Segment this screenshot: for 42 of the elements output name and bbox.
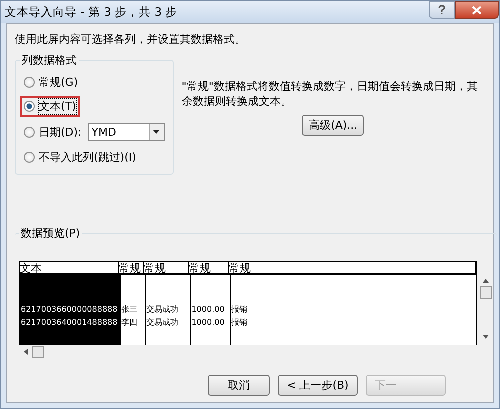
scroll-thumb[interactable] (480, 286, 492, 299)
column-header[interactable]: 常规 (144, 262, 189, 273)
radio-button[interactable] (24, 77, 35, 88)
radio-option[interactable]: 日期(D): (20, 122, 86, 142)
column-header[interactable]: 文本 (20, 262, 119, 273)
scroll-left-icon (24, 349, 28, 355)
group-title: 列数据格式 (21, 53, 78, 68)
instruction-text: 使用此屏内容可选择各列，并设置其数据格式。 (15, 32, 247, 47)
dropdown-arrow-icon (153, 130, 160, 134)
close-button[interactable] (455, 1, 499, 19)
table-cell-text: 1000.00 (192, 304, 226, 316)
dialog-button[interactable]: < 上一步(B) (278, 375, 358, 396)
table-cell-text: 报销 (232, 317, 249, 329)
close-icon (472, 6, 482, 14)
column-header[interactable]: 常规 (119, 262, 144, 273)
radio-button[interactable] (24, 152, 35, 163)
radio-button[interactable] (24, 126, 35, 138)
help-button[interactable] (429, 1, 455, 19)
radio-option[interactable]: 文本(T) (20, 96, 80, 117)
scroll-up-icon (483, 279, 489, 283)
column-header[interactable]: 常规 (189, 262, 229, 273)
advanced-button[interactable]: 高级(A)... (302, 115, 364, 136)
table-cell-text: 张三 (122, 304, 139, 316)
radio-option[interactable]: 不导入此列(跳过)(I) (20, 147, 140, 168)
dialog-button[interactable]: 取消 (208, 375, 270, 396)
help-icon (438, 5, 446, 15)
preview-label: 数据预览(P) (20, 226, 82, 241)
radio-button[interactable] (24, 101, 35, 112)
table-cell-text: 6217003640001488888 (21, 317, 118, 329)
scroll-down-icon (483, 335, 489, 339)
table-cell-text: 交易成功 (146, 304, 180, 316)
scroll-thumb[interactable] (32, 346, 44, 358)
description-text: "常规"数据格式将数值转换成数字，日期值会转换成日期，其余数据则转换成文本。 (182, 79, 479, 109)
radio-option[interactable]: 常规(G) (20, 72, 82, 93)
table-cell-text: 1000.00 (192, 317, 226, 329)
table-cell-text: 报销 (232, 304, 249, 316)
date-format-dropdown[interactable]: YMD (88, 123, 165, 141)
window-title: 文本导入向导 - 第 3 步，共 3 步 (5, 4, 178, 20)
table-cell-text: 交易成功 (146, 317, 180, 329)
table-cell-text: 6217003660000088888 (21, 304, 118, 316)
column-header[interactable]: 常规 (229, 262, 476, 273)
table-cell-text: 李四 (122, 317, 139, 329)
